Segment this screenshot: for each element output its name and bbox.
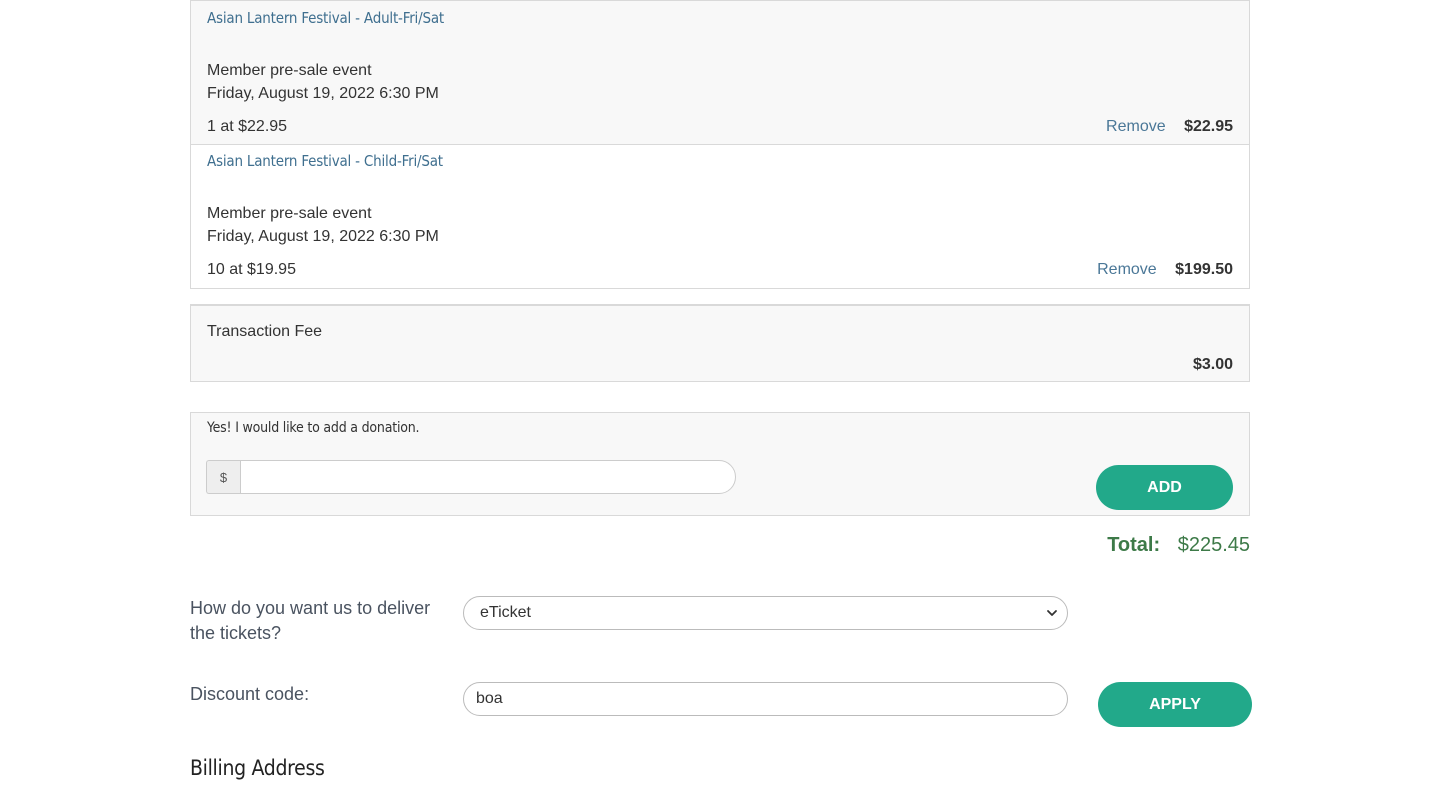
total-label: Total: bbox=[1107, 534, 1161, 556]
cart-item-price: $199.50 bbox=[1175, 261, 1233, 278]
cart-item-price: $22.95 bbox=[1184, 118, 1233, 135]
delivery-selected-value: eTicket bbox=[480, 604, 531, 621]
cart-item-actions: Remove $22.95 bbox=[1106, 118, 1233, 136]
fee-label: Transaction Fee bbox=[207, 323, 323, 340]
apply-discount-button[interactable]: APPLY bbox=[1098, 682, 1252, 727]
chevron-down-icon bbox=[1047, 610, 1057, 616]
add-donation-button[interactable]: ADD bbox=[1096, 465, 1233, 510]
cart-item: Asian Lantern Festival - Adult-Fri/Sat M… bbox=[190, 0, 1250, 145]
total-amount: $225.45 bbox=[1177, 534, 1250, 556]
donation-input-group: $ bbox=[206, 460, 736, 494]
cart-item-quantity: 1 at $22.95 bbox=[207, 118, 288, 135]
donation-amount-input[interactable] bbox=[240, 460, 736, 494]
cart-item-datetime: Friday, August 19, 2022 6:30 PM bbox=[207, 228, 439, 245]
donation-title: Yes! I would like to add a donation. bbox=[207, 420, 420, 436]
delivery-label: How do you want us to deliver the ticket… bbox=[190, 598, 431, 643]
cart-item-quantity: 10 at $19.95 bbox=[207, 261, 296, 278]
fee-amount: $3.00 bbox=[1192, 356, 1233, 373]
donation-panel: Yes! I would like to add a donation. $ A… bbox=[190, 412, 1250, 516]
remove-link[interactable]: Remove bbox=[1106, 118, 1166, 135]
transaction-fee-row: Transaction Fee $3.00 bbox=[190, 304, 1250, 382]
cart-item-title[interactable]: Asian Lantern Festival - Child-Fri/Sat bbox=[207, 152, 443, 170]
currency-addon: $ bbox=[206, 460, 240, 494]
cart-item-event-type: Member pre-sale event bbox=[207, 62, 372, 79]
checkout-cart: Asian Lantern Festival - Adult-Fri/Sat M… bbox=[190, 0, 1252, 780]
cart-item-datetime: Friday, August 19, 2022 6:30 PM bbox=[207, 85, 439, 102]
discount-code-input[interactable] bbox=[463, 682, 1068, 716]
remove-link[interactable]: Remove bbox=[1097, 261, 1157, 278]
cart-item-actions: Remove $199.50 bbox=[1097, 261, 1233, 279]
cart-item-event-type: Member pre-sale event bbox=[207, 205, 372, 222]
billing-address-heading: Billing Address bbox=[190, 756, 325, 780]
cart-item: Asian Lantern Festival - Child-Fri/Sat M… bbox=[190, 145, 1250, 289]
cart-item-title[interactable]: Asian Lantern Festival - Adult-Fri/Sat bbox=[207, 9, 444, 27]
discount-label: Discount code: bbox=[190, 684, 310, 704]
delivery-select[interactable]: eTicket bbox=[463, 596, 1068, 630]
order-total: Total: $225.45 bbox=[1107, 534, 1250, 557]
